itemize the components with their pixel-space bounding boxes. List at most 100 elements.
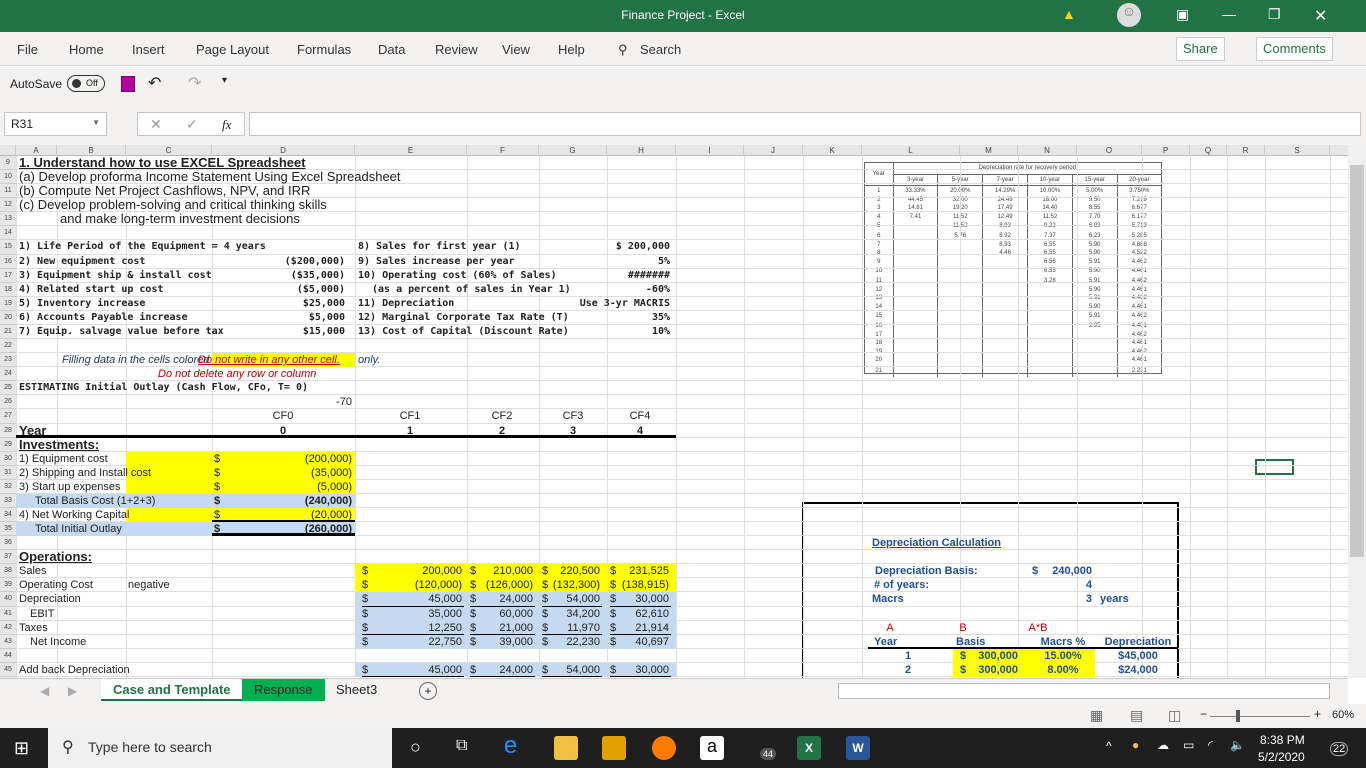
row-header-9[interactable]: 9	[0, 156, 16, 171]
firefox-icon[interactable]	[652, 736, 676, 760]
row-header-28[interactable]: 28	[0, 423, 16, 438]
param-value[interactable]: 10%	[540, 325, 670, 339]
column-header-H[interactable]: H	[607, 145, 676, 156]
minimize-icon[interactable]: —	[1222, 6, 1236, 22]
macrs-value[interactable]: 3	[1052, 592, 1092, 606]
param-value[interactable]	[195, 240, 345, 254]
selected-cell-R31[interactable]	[1255, 459, 1294, 475]
param-value[interactable]: #######	[540, 269, 670, 283]
menu-home[interactable]: Home	[69, 42, 104, 57]
file-explorer-icon[interactable]	[554, 736, 578, 760]
currency-symbol[interactable]: $	[362, 635, 368, 649]
column-header-R[interactable]: R	[1227, 145, 1265, 156]
row-header-34[interactable]: 34	[0, 508, 16, 523]
page-layout-view-icon[interactable]: ▤	[1130, 707, 1143, 724]
column-header-A[interactable]: A	[16, 145, 57, 156]
column-header-G[interactable]: G	[539, 145, 607, 156]
customize-qat-icon[interactable]: ▾	[222, 75, 227, 86]
excel-taskbar-icon[interactable]: X	[797, 736, 821, 760]
column-header-Q[interactable]: Q	[1190, 145, 1227, 156]
scroll-thumb[interactable]	[1350, 165, 1364, 557]
param-label[interactable]: 11) Depreciation	[358, 297, 454, 311]
param-value[interactable]: Use 3-yr MACRIS	[540, 297, 670, 311]
row-header-31[interactable]: 31	[0, 465, 16, 480]
row-header-13[interactable]: 13	[0, 212, 16, 227]
normal-view-icon[interactable]: ▦	[1090, 707, 1103, 724]
operation-label[interactable]: Add back Depreciation	[19, 663, 130, 677]
column-header-K[interactable]: K	[803, 145, 862, 156]
currency-symbol[interactable]: $	[362, 621, 368, 635]
macrs-unit[interactable]: years	[1100, 592, 1129, 606]
investment-value[interactable]: (35,000)	[222, 466, 352, 480]
dep-basis-value[interactable]: 240,000	[1032, 564, 1092, 578]
investment-label[interactable]: 4) Net Working Capital	[19, 508, 129, 522]
param-label[interactable]: 12) Marginal Corporate Tax Rate (T)	[358, 311, 569, 325]
tab-case-and-template[interactable]: Case and Template	[101, 679, 243, 701]
tab-sheet3[interactable]: Sheet3	[324, 679, 389, 701]
close-icon[interactable]: ✕	[1314, 6, 1327, 26]
row-header-17[interactable]: 17	[0, 268, 16, 283]
param-value[interactable]: $15,000	[195, 325, 345, 339]
zoom-in-icon[interactable]: +	[1314, 707, 1321, 721]
select-all-corner[interactable]	[0, 145, 16, 156]
cortana-icon[interactable]: ○	[410, 737, 421, 758]
heading-title[interactable]: 1. Understand how to use EXCEL Spreadshe…	[19, 156, 306, 170]
name-box[interactable]: R31 ▼	[4, 112, 107, 136]
currency-symbol[interactable]: $	[362, 663, 368, 677]
word-taskbar-icon[interactable]: W	[846, 736, 870, 760]
operation-label[interactable]: Taxes	[19, 621, 48, 635]
column-header-P[interactable]: P	[1142, 145, 1190, 156]
dep-year[interactable]: 1	[858, 649, 958, 663]
add-sheet-icon[interactable]: +	[419, 682, 437, 700]
row-header-25[interactable]: 25	[0, 381, 16, 396]
menu-insert[interactable]: Insert	[132, 42, 165, 57]
menu-view[interactable]: View	[502, 42, 530, 57]
column-header-E[interactable]: E	[355, 145, 467, 156]
row-header-24[interactable]: 24	[0, 367, 16, 382]
prev-sheet-icon[interactable]: ◀	[40, 684, 49, 698]
row-header-10[interactable]: 10	[0, 170, 16, 185]
note-fill[interactable]: Filling data in the cells colored	[62, 353, 209, 367]
volume-icon[interactable]: 🔈	[1230, 738, 1245, 752]
investment-label[interactable]: Total Initial Outlay	[35, 522, 122, 536]
row-header-30[interactable]: 30	[0, 451, 16, 466]
investments-title[interactable]: Investments:	[19, 437, 99, 452]
edge-icon[interactable]: e	[504, 732, 528, 759]
param-label[interactable]: 7) Equip. salvage value before tax	[19, 325, 224, 339]
column-header-F[interactable]: F	[467, 145, 539, 156]
row-header-12[interactable]: 12	[0, 198, 16, 213]
chevron-down-icon[interactable]: ▼	[92, 118, 100, 127]
dep-basis-label[interactable]: Depreciation Basis:	[875, 564, 978, 578]
next-sheet-icon[interactable]: ▶	[68, 684, 77, 698]
currency-symbol[interactable]: $	[362, 592, 368, 606]
investment-value[interactable]: (240,000)	[222, 494, 352, 508]
param-label[interactable]: 5) Inventory increase	[19, 297, 145, 311]
notification-count[interactable]: 22	[1330, 742, 1349, 756]
param-label[interactable]: 8) Sales for first year (1)	[358, 240, 521, 254]
row-header-41[interactable]: 41	[0, 606, 16, 621]
onedrive-icon[interactable]: ☁	[1157, 738, 1169, 752]
objective-c[interactable]: (c) Develop problem-solving and critical…	[19, 198, 327, 212]
column-header-S[interactable]: S	[1265, 145, 1330, 156]
row-header-26[interactable]: 26	[0, 395, 16, 410]
row-header-40[interactable]: 40	[0, 592, 16, 607]
menu-help[interactable]: Help	[558, 42, 585, 57]
objective-a[interactable]: (a) Develop proforma Income Statement Us…	[19, 170, 401, 184]
row-header-23[interactable]: 23	[0, 353, 16, 368]
negative-note[interactable]: negative	[128, 578, 170, 592]
dep-amount[interactable]: $24,000	[1088, 663, 1188, 677]
cf-header[interactable]: CF0	[233, 409, 333, 423]
column-tag[interactable]: A*B	[938, 621, 1138, 635]
horizontal-scrollbar[interactable]	[838, 683, 1330, 699]
currency-symbol[interactable]: $	[214, 494, 220, 508]
param-value[interactable]: 5%	[540, 255, 670, 269]
operation-value[interactable]: 21,914	[579, 621, 669, 635]
tab-response[interactable]: Response	[242, 679, 325, 701]
investment-value[interactable]: (200,000)	[222, 452, 352, 466]
security-icon[interactable]: ●	[1132, 738, 1139, 752]
row-header-27[interactable]: 27	[0, 409, 16, 424]
row-header-21[interactable]: 21	[0, 324, 16, 340]
investment-label[interactable]: 2) Shipping and Install cost	[19, 466, 151, 480]
column-header-D[interactable]: D	[212, 145, 355, 156]
param-value[interactable]: ($5,000)	[195, 283, 345, 297]
